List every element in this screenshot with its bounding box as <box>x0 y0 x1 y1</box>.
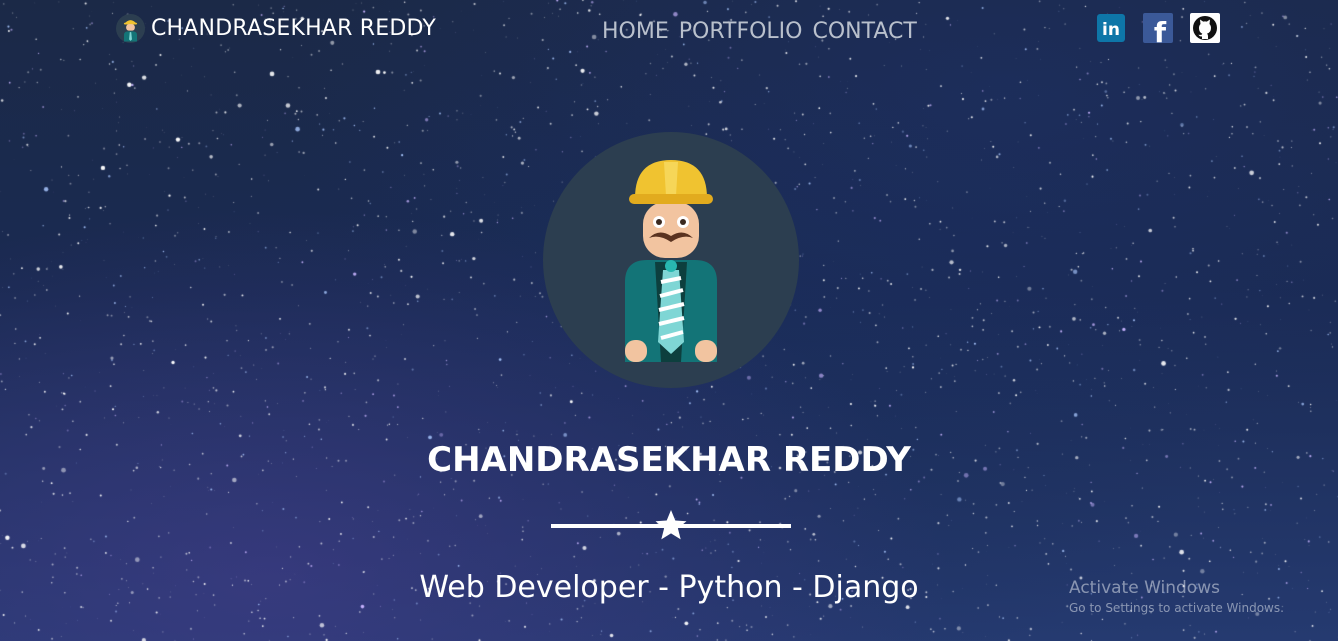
navbar: CHANDRASEKHAR REDDY HOME PORTFOLIO CONTA… <box>0 0 1338 64</box>
star-icon <box>655 510 687 540</box>
brand-logo-icon <box>116 14 145 43</box>
engineer-avatar-icon <box>543 132 799 388</box>
facebook-label: f <box>1154 16 1167 43</box>
brand[interactable]: CHANDRASEKHAR REDDY <box>116 14 436 43</box>
watermark-title: Activate Windows <box>1069 578 1220 598</box>
watermark-subtitle: Go to Settings to activate Windows. <box>1069 601 1284 615</box>
brand-title: CHANDRASEKHAR REDDY <box>151 16 437 41</box>
github-icon[interactable] <box>1190 13 1220 43</box>
star-divider <box>551 510 791 540</box>
nav-link-home[interactable]: HOME <box>602 19 669 44</box>
nav-links: HOME PORTFOLIO CONTACT <box>602 19 917 44</box>
social-links: in f <box>1096 13 1220 43</box>
linkedin-label: in <box>1102 20 1120 40</box>
facebook-icon[interactable]: f <box>1143 13 1173 43</box>
nav-link-portfolio[interactable]: PORTFOLIO <box>679 19 803 44</box>
nav-link-contact[interactable]: CONTACT <box>813 19 917 44</box>
linkedin-icon[interactable]: in <box>1096 13 1126 43</box>
hero-title: CHANDRASEKHAR REDDY <box>427 440 911 480</box>
activate-windows-watermark: Activate Windows Go to Settings to activ… <box>1069 578 1284 615</box>
